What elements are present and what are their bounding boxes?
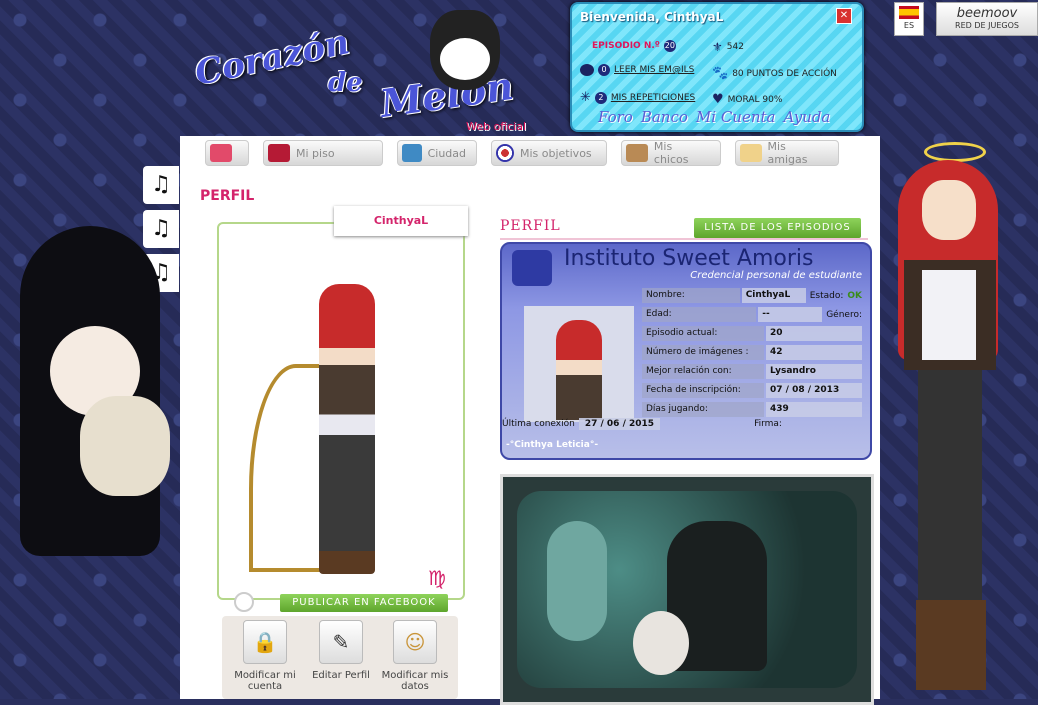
tab-mis-objetivos[interactable]: Mis objetivos xyxy=(491,140,607,166)
last-connection: Última conexión 27 / 06 / 2015 Firma: xyxy=(502,418,782,430)
beemoov-network-badge[interactable]: beemoov RED DE JUEGOS xyxy=(936,2,1038,36)
secondary-nav: Foro Banco Mi Cuenta Ayuda xyxy=(598,108,830,126)
field-row: Fecha de inscripción: 07 / 08 / 2013 xyxy=(642,381,862,400)
target-icon xyxy=(496,144,514,162)
home-icon xyxy=(210,144,232,162)
anime-artwork xyxy=(517,491,857,688)
logo-word-2: de xyxy=(328,68,363,98)
city-icon xyxy=(402,144,422,162)
repeat-icon: ✳ xyxy=(580,90,591,105)
student-photo xyxy=(524,306,634,422)
nav-foro[interactable]: Foro xyxy=(598,108,633,126)
publish-facebook-button[interactable]: PUBLICAR EN FACEBOOK xyxy=(280,594,448,612)
estado-label: Estado: xyxy=(809,290,844,301)
share-radio[interactable] xyxy=(234,592,254,612)
logo-character xyxy=(430,10,500,90)
site-logo[interactable]: Corazón de Melón xyxy=(190,10,560,130)
avatar-icon: ☺ xyxy=(393,620,437,664)
right-character xyxy=(878,140,1038,699)
spain-flag-icon xyxy=(899,6,919,19)
network-label: RED DE JUEGOS xyxy=(955,21,1019,30)
moral-value: MORAL 90% xyxy=(727,94,783,105)
repeat-count: 2 xyxy=(594,91,607,104)
school-name: Instituto Sweet Amoris xyxy=(564,246,814,271)
heart-icon: ♥ xyxy=(712,92,724,107)
mail-icon xyxy=(580,64,594,76)
language-selector[interactable]: ES xyxy=(894,2,924,36)
welcome-title: Bienvenida, CinthyaL xyxy=(580,10,724,24)
last-connection-value: 27 / 06 / 2015 xyxy=(578,418,661,430)
nickname: -°Cinthya Leticia°- xyxy=(506,440,599,450)
student-fields: Nombre: CinthyaL Estado: OK Edad: -- Género: … xyxy=(642,286,862,419)
edit-profile-button[interactable]: ✎ Editar Perfil xyxy=(306,620,376,681)
profile-image xyxy=(500,474,874,705)
paw-icon: 🐾 xyxy=(712,66,729,81)
episode-label: EPISODIO N.º xyxy=(592,41,660,51)
halo-icon xyxy=(924,142,986,162)
mail-count: 0 xyxy=(598,64,610,76)
tab-mis-amigas[interactable]: Mis amigas xyxy=(735,140,839,166)
zodiac-icon: ♍ xyxy=(428,566,446,590)
tab-mis-chicos[interactable]: Mis chicos xyxy=(621,140,721,166)
divider xyxy=(500,238,868,240)
last-connection-label: Última conexión xyxy=(502,419,575,429)
character-avatar xyxy=(319,284,375,574)
lock-icon: 🔒 xyxy=(243,620,287,664)
avatar-frame xyxy=(217,222,465,600)
modify-data-button[interactable]: ☺ Modificar mis datos xyxy=(380,620,450,692)
pen-icon: ✎ xyxy=(319,620,363,664)
episode-number: 20 xyxy=(663,40,676,52)
modify-account-button[interactable]: 🔒 Modificar mi cuenta xyxy=(230,620,300,692)
profile-heading: PERFIL xyxy=(200,188,255,204)
estado-value: OK xyxy=(847,290,862,301)
credential-label: Credencial personal de estudiante xyxy=(690,270,862,281)
tab-ciudad[interactable]: Ciudad xyxy=(397,140,477,166)
student-id-card: Instituto Sweet Amoris Credencial person… xyxy=(500,242,872,460)
main-nav-tabs: Mi piso Ciudad Mis objetivos Mis chicos … xyxy=(205,140,839,166)
sofa-icon xyxy=(268,144,290,162)
genero-label: Género: xyxy=(826,309,862,320)
music-button-1[interactable]: ♫ xyxy=(143,166,179,204)
harp-image xyxy=(249,364,327,572)
episode-list-button[interactable]: LISTA DE LOS EPISODIOS xyxy=(694,218,861,238)
tab-mi-piso[interactable]: Mi piso xyxy=(263,140,383,166)
nav-mi-cuenta[interactable]: Mi Cuenta xyxy=(696,108,776,126)
profile-name-card: CinthyaL xyxy=(334,206,468,236)
nav-ayuda[interactable]: Ayuda xyxy=(783,108,830,126)
signature-label: Firma: xyxy=(754,419,782,429)
field-row: Días jugando: 439 xyxy=(642,400,862,419)
read-mail-link[interactable]: LEER MIS EM@ILS xyxy=(614,65,694,75)
close-button[interactable]: ✕ xyxy=(836,8,852,24)
profile-actions: 🔒 Modificar mi cuenta ✎ Editar Perfil ☺ … xyxy=(222,616,458,699)
girl-avatar-icon xyxy=(740,144,762,162)
action-points: 80 PUNTOS DE ACCIÓN xyxy=(732,68,837,79)
field-row: Edad: -- Género: xyxy=(642,305,862,324)
beemoov-logo: beemoov xyxy=(956,6,1018,21)
field-row: Número de imágenes :42 xyxy=(642,343,862,362)
field-row: Nombre: CinthyaL Estado: OK xyxy=(642,286,862,305)
left-chibi-character xyxy=(10,226,170,566)
web-oficial-label[interactable]: Web oficial xyxy=(466,120,526,133)
dollar-amount: 542 xyxy=(726,42,744,52)
boy-avatar-icon xyxy=(626,144,648,162)
field-row: Mejor relación con: Lysandro xyxy=(642,362,862,381)
field-row: Episodio actual: 20 xyxy=(642,324,862,343)
profile-subheading: PERFIL xyxy=(500,218,561,234)
tab-home[interactable] xyxy=(205,140,249,166)
language-code: ES xyxy=(903,21,915,30)
repeat-link[interactable]: MIS REPETICIONES xyxy=(611,93,695,103)
nav-banco[interactable]: Banco xyxy=(641,108,688,126)
dollar-icon: ⚜ xyxy=(712,40,723,54)
cupcake-icon xyxy=(512,250,552,286)
